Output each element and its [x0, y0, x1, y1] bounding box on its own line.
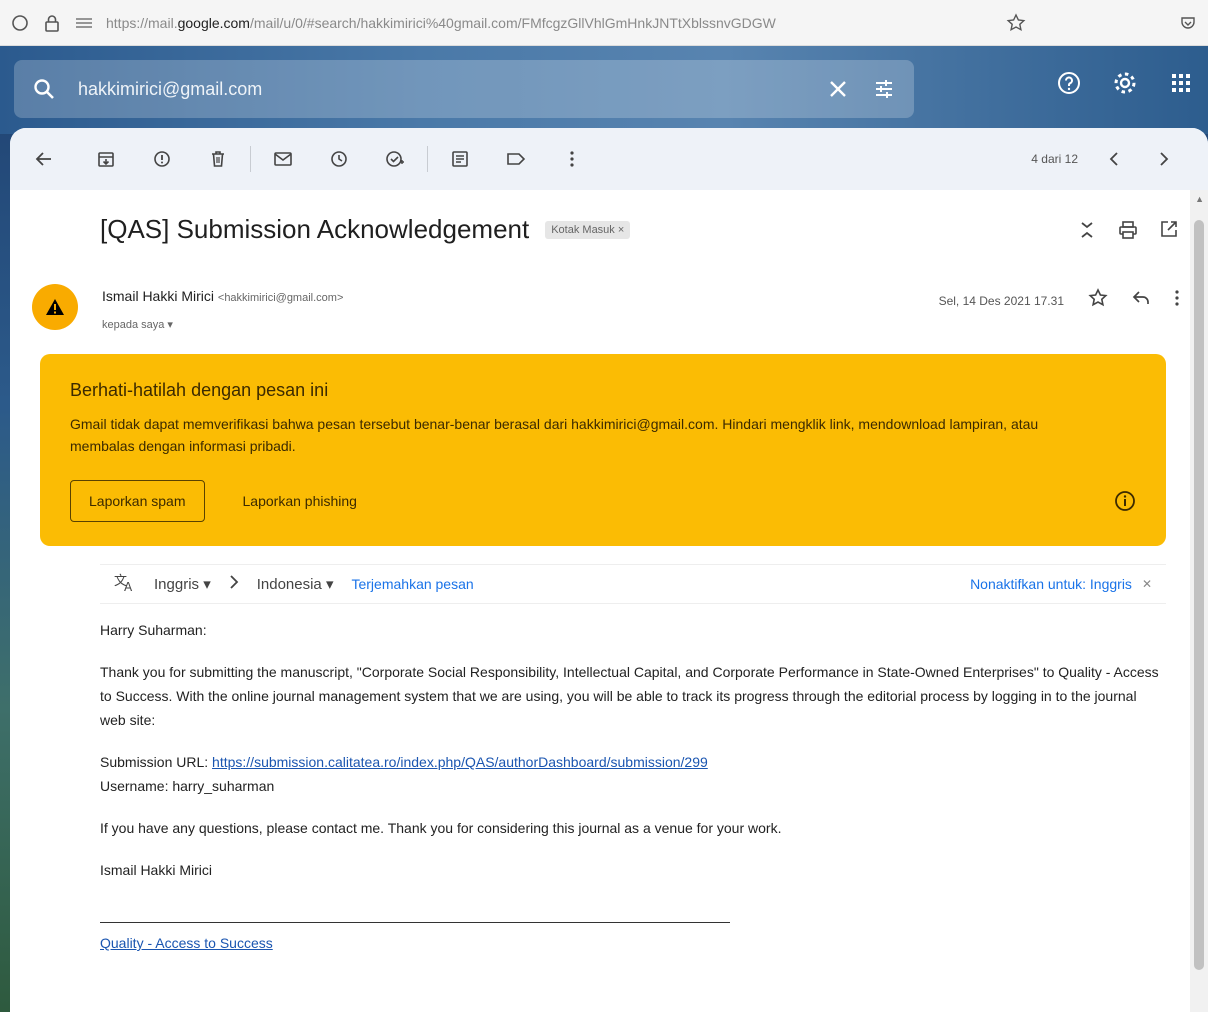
permissions-icon[interactable]	[74, 13, 94, 33]
help-icon[interactable]	[1056, 70, 1082, 96]
translate-icon: 文A	[114, 572, 136, 596]
message-date: Sel, 14 Des 2021 17.31	[938, 293, 1064, 308]
signature: Ismail Hakki Mirici	[100, 862, 212, 878]
sender-avatar[interactable]	[32, 284, 78, 330]
translate-message-link[interactable]: Terjemahkan pesan	[351, 576, 473, 592]
disable-translation-link[interactable]: Nonaktifkan untuk: Inggris	[970, 576, 1132, 592]
sender-line: Ismail Hakki Mirici <hakkimirici@gmail.c…	[102, 288, 343, 304]
to-me-dropdown[interactable]: kepada saya ▾	[102, 318, 173, 331]
greeting: Harry Suharman:	[100, 622, 207, 638]
search-options-icon[interactable]	[872, 77, 896, 101]
clear-search-icon[interactable]	[826, 77, 850, 101]
info-icon[interactable]	[1114, 490, 1136, 512]
mail-toolbar: 4 dari 12	[10, 128, 1208, 190]
scrollbar-thumb[interactable]	[1194, 220, 1204, 970]
sender-email: <hakkimirici@gmail.com>	[217, 292, 344, 304]
translate-bar: 文A Inggris ▾ Indonesia ▾ Terjemahkan pes…	[100, 564, 1166, 604]
svg-text:A: A	[124, 580, 133, 592]
back-arrow-icon[interactable]	[30, 145, 58, 173]
inbox-label-chip[interactable]: Kotak Masuk ×	[545, 220, 631, 239]
url-field[interactable]: https://mail.google.com/mail/u/0/#search…	[106, 15, 994, 31]
report-spam-button[interactable]: Laporkan spam	[70, 480, 205, 522]
body-paragraph-1: Thank you for submitting the manuscript,…	[100, 664, 1159, 728]
delete-trash-icon[interactable]	[204, 145, 232, 173]
open-new-window-icon[interactable]	[1160, 220, 1178, 245]
subject-actions	[1078, 220, 1178, 245]
mark-unread-icon[interactable]	[269, 145, 297, 173]
search-icon[interactable]	[32, 77, 56, 101]
report-phishing-button[interactable]: Laporkan phishing	[243, 493, 357, 509]
submission-url-line: Submission URL: https://submission.calit…	[100, 754, 708, 770]
more-vert-icon[interactable]	[558, 145, 586, 173]
print-icon[interactable]	[1118, 220, 1138, 245]
label-tag-icon[interactable]	[502, 145, 530, 173]
add-to-tasks-icon[interactable]	[381, 145, 409, 173]
archive-icon[interactable]	[92, 145, 120, 173]
search-input[interactable]: hakkimirici@gmail.com	[78, 79, 804, 100]
submission-url-link[interactable]: https://submission.calitatea.ro/index.ph…	[212, 754, 708, 770]
scroll-up-arrow-icon[interactable]: ▲	[1195, 194, 1204, 204]
lock-icon[interactable]	[42, 13, 62, 33]
chevron-right-icon[interactable]	[1150, 145, 1178, 173]
message-body: Harry Suharman: Thank you for submitting…	[100, 618, 1160, 955]
pocket-icon[interactable]	[1178, 13, 1198, 33]
tracking-shield-icon[interactable]	[10, 13, 30, 33]
search-bar[interactable]: hakkimirici@gmail.com	[14, 60, 914, 118]
target-language-select[interactable]: Indonesia ▾	[257, 575, 334, 593]
mail-panel: 4 dari 12 [QAS] Submission Acknowledgeme…	[10, 128, 1208, 1012]
reply-icon[interactable]	[1132, 290, 1150, 311]
close-translate-icon[interactable]: ✕	[1142, 577, 1152, 591]
chevron-right-icon	[229, 575, 239, 593]
chevron-left-icon[interactable]	[1100, 145, 1128, 173]
journal-footer-link[interactable]: Quality - Access to Success	[100, 935, 273, 951]
warning-body: Gmail tidak dapat memverifikasi bahwa pe…	[70, 416, 1039, 454]
browser-url-bar: https://mail.google.com/mail/u/0/#search…	[0, 0, 1208, 46]
bookmark-star-icon[interactable]	[1006, 12, 1026, 33]
collapse-all-icon[interactable]	[1078, 220, 1096, 245]
warning-triangle-icon	[46, 299, 64, 315]
message-meta: Sel, 14 Des 2021 17.31	[939, 288, 1180, 313]
move-to-icon[interactable]	[446, 145, 474, 173]
source-language-select[interactable]: Inggris ▾	[154, 575, 211, 593]
phishing-warning-banner: Berhati-hatilah dengan pesan ini Gmail t…	[40, 354, 1166, 546]
divider	[100, 922, 730, 923]
pager-text: 4 dari 12	[1031, 152, 1078, 166]
username-line: Username: harry_suharman	[100, 778, 275, 794]
more-options-icon[interactable]	[1174, 289, 1180, 312]
gmail-header: hakkimirici@gmail.com	[0, 46, 1208, 134]
star-icon[interactable]	[1088, 288, 1108, 313]
sender-name[interactable]: Ismail Hakki Mirici	[102, 288, 214, 304]
apps-grid-icon[interactable]	[1168, 70, 1194, 96]
report-spam-icon[interactable]	[148, 145, 176, 173]
subject-title: [QAS] Submission Acknowledgement	[100, 214, 530, 244]
settings-gear-icon[interactable]	[1112, 70, 1138, 96]
body-paragraph-2: If you have any questions, please contac…	[100, 820, 782, 836]
subject-row: [QAS] Submission Acknowledgement Kotak M…	[100, 214, 631, 245]
snooze-clock-icon[interactable]	[325, 145, 353, 173]
pagination: 4 dari 12	[1031, 145, 1208, 173]
warning-title: Berhati-hatilah dengan pesan ini	[70, 380, 329, 400]
